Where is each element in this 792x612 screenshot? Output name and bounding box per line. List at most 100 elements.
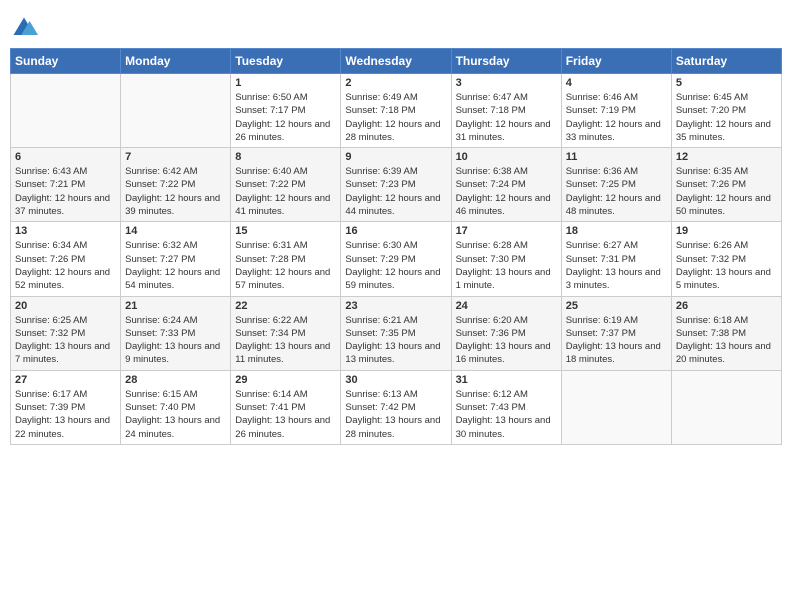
day-info: Sunrise: 6:45 AM Sunset: 7:20 PM Dayligh…: [676, 91, 777, 144]
calendar-cell: 28 Sunrise: 6:15 AM Sunset: 7:40 PM Dayli…: [121, 370, 231, 444]
day-info: Sunrise: 6:15 AM Sunset: 7:40 PM Dayligh…: [125, 388, 226, 441]
day-header-tuesday: Tuesday: [231, 49, 341, 74]
day-info: Sunrise: 6:47 AM Sunset: 7:18 PM Dayligh…: [456, 91, 557, 144]
day-number: 31: [456, 374, 557, 386]
calendar-cell: 27Sunrise: 6:17 AM Sunset: 7:39 PM Dayli…: [11, 370, 121, 444]
day-number: 10: [456, 151, 557, 163]
calendar-cell: 23 Sunrise: 6:21 AM Sunset: 7:35 PM Dayli…: [341, 296, 451, 370]
day-info: Sunrise: 6:38 AM Sunset: 7:24 PM Dayligh…: [456, 165, 557, 218]
calendar-cell: 17 Sunrise: 6:28 AM Sunset: 7:30 PM Dayli…: [451, 222, 561, 296]
day-number: 4: [566, 77, 667, 89]
day-number: 29: [235, 374, 336, 386]
calendar-cell: 14 Sunrise: 6:32 AM Sunset: 7:27 PM Dayli…: [121, 222, 231, 296]
day-info: Sunrise: 6:27 AM Sunset: 7:31 PM Dayligh…: [566, 239, 667, 292]
calendar-cell: 4 Sunrise: 6:46 AM Sunset: 7:19 PM Daylig…: [561, 74, 671, 148]
day-info: Sunrise: 6:42 AM Sunset: 7:22 PM Dayligh…: [125, 165, 226, 218]
calendar-cell: [11, 74, 121, 148]
calendar-cell: 7 Sunrise: 6:42 AM Sunset: 7:22 PM Daylig…: [121, 148, 231, 222]
day-number: 28: [125, 374, 226, 386]
day-number: 16: [345, 225, 446, 237]
calendar-cell: 15Sunrise: 6:31 AM Sunset: 7:28 PM Dayli…: [231, 222, 341, 296]
day-header-thursday: Thursday: [451, 49, 561, 74]
day-number: 5: [676, 77, 777, 89]
calendar-week-row: 27Sunrise: 6:17 AM Sunset: 7:39 PM Dayli…: [11, 370, 782, 444]
day-number: 1: [235, 77, 336, 89]
calendar-cell: 13 Sunrise: 6:34 AM Sunset: 7:26 PM Dayli…: [11, 222, 121, 296]
day-number: 6: [15, 151, 116, 163]
calendar-cell: 22 Sunrise: 6:22 AM Sunset: 7:34 PM Dayli…: [231, 296, 341, 370]
day-info: Sunrise: 6:12 AM Sunset: 7:43 PM Dayligh…: [456, 388, 557, 441]
page-header: [10, 10, 782, 42]
day-info: Sunrise: 6:22 AM Sunset: 7:34 PM Dayligh…: [235, 314, 336, 367]
day-number: 3: [456, 77, 557, 89]
calendar-cell: 6 Sunrise: 6:43 AM Sunset: 7:21 PM Daylig…: [11, 148, 121, 222]
calendar-cell: 29 Sunrise: 6:14 AM Sunset: 7:41 PM Dayli…: [231, 370, 341, 444]
calendar-cell: [561, 370, 671, 444]
calendar-table: SundayMondayTuesdayWednesdayThursdayFrid…: [10, 48, 782, 445]
day-number: 23: [345, 300, 446, 312]
day-info: Sunrise: 6:19 AM Sunset: 7:37 PM Dayligh…: [566, 314, 667, 367]
day-header-friday: Friday: [561, 49, 671, 74]
day-number: 24: [456, 300, 557, 312]
calendar-week-row: 20 Sunrise: 6:25 AM Sunset: 7:32 PM Dayli…: [11, 296, 782, 370]
day-info: Sunrise: 6:26 AM Sunset: 7:32 PM Dayligh…: [676, 239, 777, 292]
calendar-cell: 10 Sunrise: 6:38 AM Sunset: 7:24 PM Dayli…: [451, 148, 561, 222]
calendar-cell: 25Sunrise: 6:19 AM Sunset: 7:37 PM Dayli…: [561, 296, 671, 370]
day-number: 22: [235, 300, 336, 312]
day-number: 7: [125, 151, 226, 163]
calendar-header-row: SundayMondayTuesdayWednesdayThursdayFrid…: [11, 49, 782, 74]
day-info: Sunrise: 6:21 AM Sunset: 7:35 PM Dayligh…: [345, 314, 446, 367]
calendar-cell: 30 Sunrise: 6:13 AM Sunset: 7:42 PM Dayli…: [341, 370, 451, 444]
day-number: 18: [566, 225, 667, 237]
calendar-cell: 5 Sunrise: 6:45 AM Sunset: 7:20 PM Daylig…: [671, 74, 781, 148]
day-info: Sunrise: 6:46 AM Sunset: 7:19 PM Dayligh…: [566, 91, 667, 144]
calendar-week-row: 1 Sunrise: 6:50 AM Sunset: 7:17 PM Daylig…: [11, 74, 782, 148]
day-number: 12: [676, 151, 777, 163]
calendar-cell: 9Sunrise: 6:39 AM Sunset: 7:23 PM Daylig…: [341, 148, 451, 222]
day-info: Sunrise: 6:14 AM Sunset: 7:41 PM Dayligh…: [235, 388, 336, 441]
calendar-week-row: 6 Sunrise: 6:43 AM Sunset: 7:21 PM Daylig…: [11, 148, 782, 222]
calendar-cell: [121, 74, 231, 148]
day-number: 27: [15, 374, 116, 386]
day-info: Sunrise: 6:24 AM Sunset: 7:33 PM Dayligh…: [125, 314, 226, 367]
calendar-cell: 31 Sunrise: 6:12 AM Sunset: 7:43 PM Dayli…: [451, 370, 561, 444]
day-info: Sunrise: 6:40 AM Sunset: 7:22 PM Dayligh…: [235, 165, 336, 218]
calendar-cell: 26Sunrise: 6:18 AM Sunset: 7:38 PM Dayli…: [671, 296, 781, 370]
day-header-saturday: Saturday: [671, 49, 781, 74]
calendar-cell: 8 Sunrise: 6:40 AM Sunset: 7:22 PM Daylig…: [231, 148, 341, 222]
day-number: 20: [15, 300, 116, 312]
day-info: Sunrise: 6:13 AM Sunset: 7:42 PM Dayligh…: [345, 388, 446, 441]
day-header-wednesday: Wednesday: [341, 49, 451, 74]
day-number: 8: [235, 151, 336, 163]
day-info: Sunrise: 6:28 AM Sunset: 7:30 PM Dayligh…: [456, 239, 557, 292]
day-info: Sunrise: 6:36 AM Sunset: 7:25 PM Dayligh…: [566, 165, 667, 218]
day-info: Sunrise: 6:43 AM Sunset: 7:21 PM Dayligh…: [15, 165, 116, 218]
calendar-cell: 3 Sunrise: 6:47 AM Sunset: 7:18 PM Daylig…: [451, 74, 561, 148]
day-number: 17: [456, 225, 557, 237]
day-number: 13: [15, 225, 116, 237]
day-info: Sunrise: 6:39 AM Sunset: 7:23 PM Dayligh…: [345, 165, 446, 218]
calendar-cell: 24Sunrise: 6:20 AM Sunset: 7:36 PM Dayli…: [451, 296, 561, 370]
day-info: Sunrise: 6:49 AM Sunset: 7:18 PM Dayligh…: [345, 91, 446, 144]
calendar-week-row: 13 Sunrise: 6:34 AM Sunset: 7:26 PM Dayli…: [11, 222, 782, 296]
day-number: 11: [566, 151, 667, 163]
day-number: 26: [676, 300, 777, 312]
day-info: Sunrise: 6:34 AM Sunset: 7:26 PM Dayligh…: [15, 239, 116, 292]
day-number: 30: [345, 374, 446, 386]
calendar-cell: 19 Sunrise: 6:26 AM Sunset: 7:32 PM Dayli…: [671, 222, 781, 296]
calendar-cell: 20 Sunrise: 6:25 AM Sunset: 7:32 PM Dayli…: [11, 296, 121, 370]
day-info: Sunrise: 6:35 AM Sunset: 7:26 PM Dayligh…: [676, 165, 777, 218]
calendar-cell: 11 Sunrise: 6:36 AM Sunset: 7:25 PM Dayli…: [561, 148, 671, 222]
day-info: Sunrise: 6:25 AM Sunset: 7:32 PM Dayligh…: [15, 314, 116, 367]
calendar-cell: 12 Sunrise: 6:35 AM Sunset: 7:26 PM Dayli…: [671, 148, 781, 222]
day-number: 21: [125, 300, 226, 312]
day-number: 2: [345, 77, 446, 89]
day-info: Sunrise: 6:30 AM Sunset: 7:29 PM Dayligh…: [345, 239, 446, 292]
day-info: Sunrise: 6:32 AM Sunset: 7:27 PM Dayligh…: [125, 239, 226, 292]
day-number: 14: [125, 225, 226, 237]
day-info: Sunrise: 6:50 AM Sunset: 7:17 PM Dayligh…: [235, 91, 336, 144]
calendar-cell: 16 Sunrise: 6:30 AM Sunset: 7:29 PM Dayli…: [341, 222, 451, 296]
calendar-cell: 2 Sunrise: 6:49 AM Sunset: 7:18 PM Daylig…: [341, 74, 451, 148]
day-header-monday: Monday: [121, 49, 231, 74]
day-number: 19: [676, 225, 777, 237]
